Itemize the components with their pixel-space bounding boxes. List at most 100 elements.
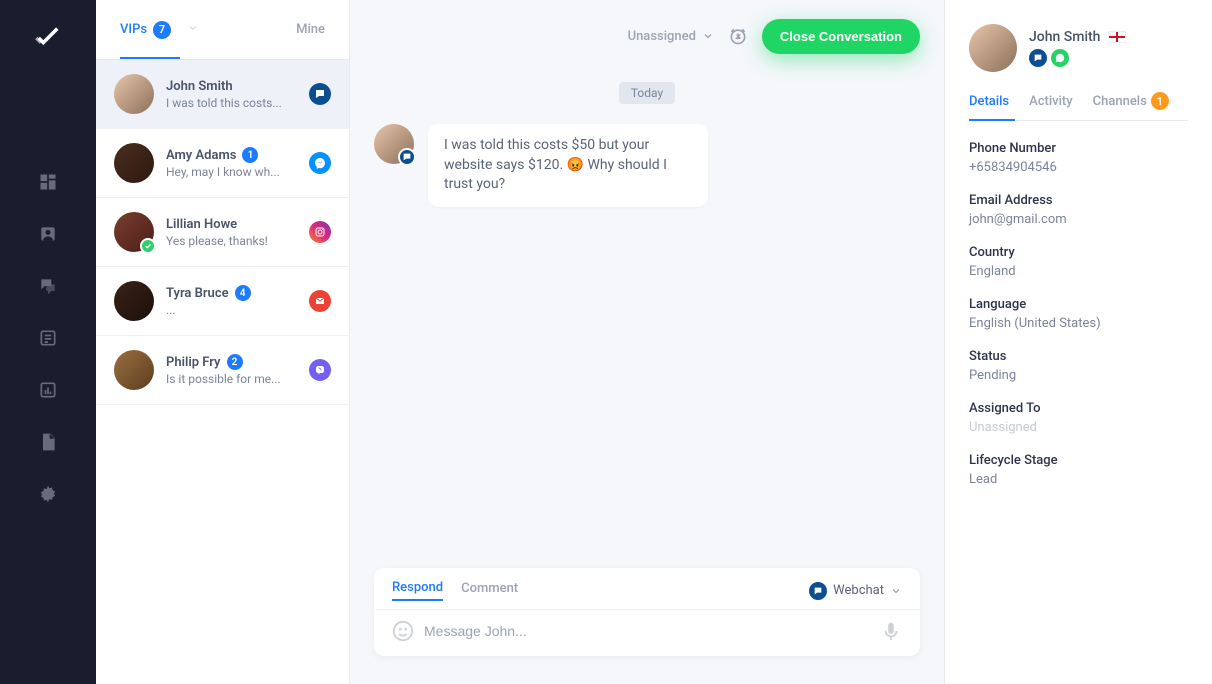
viber-icon	[309, 359, 331, 381]
detail-tabs: Details Activity Channels 1	[969, 92, 1188, 121]
conversation-preview: ...	[166, 303, 286, 317]
details-panel: John Smith Details Activity Channels 1 P…	[944, 0, 1212, 684]
field-label: Lifecycle Stage	[969, 453, 1188, 468]
detail-tab-details[interactable]: Details	[969, 92, 1009, 120]
field-label: Language	[969, 297, 1188, 312]
webchat-icon	[1029, 49, 1047, 67]
messenger-icon	[309, 152, 331, 174]
conversation-tabs: VIPs 7 Mine	[96, 0, 349, 60]
conversation-item[interactable]: Amy Adams1 Hey, may I know wh...	[96, 129, 349, 198]
conversation-item[interactable]: Tyra Bruce4 ...	[96, 267, 349, 336]
field-country: Country England	[969, 245, 1188, 279]
snooze-icon[interactable]	[728, 26, 748, 46]
logo[interactable]	[34, 24, 62, 52]
chevron-down-icon	[702, 30, 714, 42]
mic-icon[interactable]	[880, 620, 902, 642]
field-label: Assigned To	[969, 401, 1188, 416]
contacts-icon[interactable]	[38, 224, 58, 244]
contact-header: John Smith	[969, 24, 1188, 72]
webchat-icon	[309, 83, 331, 105]
avatar	[114, 143, 154, 183]
assign-dropdown[interactable]: Unassigned	[628, 29, 714, 44]
tab-vips-label: VIPs	[120, 22, 147, 37]
tab-vips[interactable]: VIPs 7	[120, 21, 199, 39]
unread-badge: 2	[227, 354, 243, 370]
composer-tab-comment[interactable]: Comment	[461, 581, 518, 600]
field-value: +65834904546	[969, 160, 1188, 175]
conversation-item[interactable]: Philip Fry2 Is it possible for me...	[96, 336, 349, 405]
detail-tab-channels[interactable]: Channels 1	[1093, 92, 1169, 120]
conversation-list: John Smith I was told this costs... Amy …	[96, 60, 349, 684]
conversation-preview: I was told this costs...	[166, 96, 286, 110]
field-value: Pending	[969, 368, 1188, 383]
conversation-item[interactable]: Lillian Howe Yes please, thanks!	[96, 198, 349, 267]
messages-icon[interactable]	[38, 276, 58, 296]
channels-badge: 1	[1151, 92, 1169, 110]
status-online-icon	[140, 238, 156, 254]
avatar	[114, 350, 154, 390]
field-value: English (United States)	[969, 316, 1188, 331]
flag-england-icon	[1108, 31, 1126, 43]
webchat-icon	[809, 582, 827, 600]
message-bubble: I was told this costs $50 but your websi…	[428, 124, 708, 207]
webchat-icon	[398, 148, 416, 166]
unread-badge: 1	[242, 147, 258, 163]
chat-panel: Unassigned Close Conversation Today I wa…	[350, 0, 944, 684]
composer-tabs: Respond Comment Webchat	[374, 568, 920, 610]
conversation-name: Amy Adams1	[166, 147, 297, 163]
field-label: Status	[969, 349, 1188, 364]
field-email: Email Address john@gmail.com	[969, 193, 1188, 227]
whatsapp-icon	[1051, 49, 1069, 67]
unread-badge: 4	[235, 285, 251, 301]
conversation-panel: VIPs 7 Mine John Smith I was told this c…	[96, 0, 350, 684]
field-label: Country	[969, 245, 1188, 260]
gmail-icon	[309, 290, 331, 312]
field-label: Phone Number	[969, 141, 1188, 156]
field-assigned: Assigned To Unassigned	[969, 401, 1188, 435]
analytics-icon[interactable]	[38, 380, 58, 400]
field-lifecycle: Lifecycle Stage Lead	[969, 453, 1188, 487]
close-conversation-button[interactable]: Close Conversation	[762, 19, 920, 54]
composer: Respond Comment Webchat	[374, 568, 920, 656]
conversation-preview: Is it possible for me...	[166, 372, 286, 386]
conversation-name: John Smith	[166, 79, 297, 94]
conversation-name: Lillian Howe	[166, 217, 297, 232]
field-value: Unassigned	[969, 420, 1188, 435]
field-status: Status Pending	[969, 349, 1188, 383]
avatar	[114, 74, 154, 114]
chat-body: Today I was told this costs $50 but your…	[350, 72, 944, 556]
field-value: England	[969, 264, 1188, 279]
field-value: Lead	[969, 472, 1188, 487]
contact-name: John Smith	[1029, 29, 1100, 45]
conversation-preview: Hey, may I know wh...	[166, 165, 286, 179]
message-input[interactable]	[424, 623, 870, 639]
composer-tab-respond[interactable]: Respond	[392, 580, 443, 601]
field-label: Email Address	[969, 193, 1188, 208]
chat-header: Unassigned Close Conversation	[350, 0, 944, 72]
conversation-item[interactable]: John Smith I was told this costs...	[96, 60, 349, 129]
conversation-preview: Yes please, thanks!	[166, 234, 286, 248]
detail-tab-activity[interactable]: Activity	[1029, 92, 1073, 120]
tab-mine[interactable]: Mine	[296, 22, 325, 37]
chevron-down-icon	[890, 585, 902, 597]
vips-count-badge: 7	[153, 21, 171, 39]
field-language: Language English (United States)	[969, 297, 1188, 331]
sidebar	[0, 0, 96, 684]
list-icon[interactable]	[38, 328, 58, 348]
tab-mine-label: Mine	[296, 22, 325, 37]
document-icon[interactable]	[38, 432, 58, 452]
field-value: john@gmail.com	[969, 212, 1188, 227]
avatar	[114, 281, 154, 321]
instagram-icon	[309, 221, 331, 243]
dashboard-icon[interactable]	[38, 172, 58, 192]
conversation-name: Tyra Bruce4	[166, 285, 297, 301]
field-phone: Phone Number +65834904546	[969, 141, 1188, 175]
date-divider: Today	[619, 82, 675, 104]
chevron-down-icon[interactable]	[187, 22, 199, 38]
conversation-name: Philip Fry2	[166, 354, 297, 370]
message-row: I was told this costs $50 but your websi…	[374, 124, 920, 207]
channel-selector[interactable]: Webchat	[809, 582, 902, 600]
contact-avatar	[969, 24, 1017, 72]
settings-icon[interactable]	[38, 484, 58, 504]
emoji-icon[interactable]	[392, 620, 414, 642]
